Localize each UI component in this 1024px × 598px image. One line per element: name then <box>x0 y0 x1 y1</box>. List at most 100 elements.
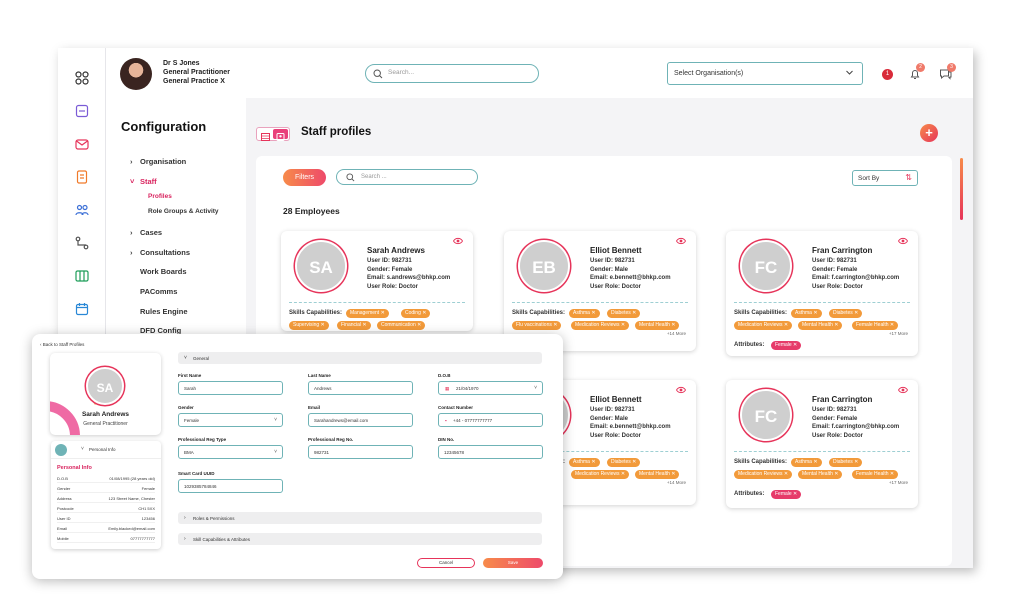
skill-tag[interactable]: Mental Health ✕ <box>798 470 843 479</box>
eye-icon[interactable] <box>898 386 908 394</box>
board-icon[interactable] <box>75 269 89 283</box>
nav-pacomms[interactable]: PAComms <box>140 287 177 296</box>
eye-icon[interactable] <box>676 237 686 245</box>
personal-info-header-label: Personal Info <box>89 447 116 452</box>
eye-icon[interactable] <box>898 237 908 245</box>
nav-work-boards[interactable]: Work Boards <box>140 267 187 276</box>
eye-icon[interactable] <box>676 386 686 394</box>
dob-field[interactable]: ▦ 21/04/1970 ˅ <box>438 381 543 395</box>
reg-no-field[interactable]: 982731 <box>308 445 413 459</box>
nav-role-groups[interactable]: Role Groups & Activity <box>148 208 219 215</box>
info-key: Email <box>57 526 68 531</box>
skill-tag[interactable]: Asthma ✕ <box>791 458 822 467</box>
skill-tag[interactable]: Supervising ✕ <box>289 321 329 330</box>
contact-field[interactable]: ▪ +44 - 07777777777 <box>438 413 543 427</box>
add-staff-button[interactable]: + <box>920 124 938 142</box>
scrollbar-thumb[interactable] <box>960 158 963 220</box>
dashboard-icon[interactable] <box>75 71 89 85</box>
users-icon[interactable] <box>75 203 89 217</box>
skill-tag[interactable]: Financial ✕ <box>337 321 371 330</box>
nav-staff[interactable]: ˅ Staff <box>130 177 157 186</box>
skill-tag[interactable]: Medication Reviews ✕ <box>571 321 630 330</box>
sort-by-select[interactable]: Sort By ⇅ <box>852 170 918 186</box>
skill-tag[interactable]: Asthma ✕ <box>569 309 600 318</box>
info-value: Emily.blacked@email.com <box>108 526 155 531</box>
back-link[interactable]: ‹ Back to Staff Profiles <box>40 342 84 347</box>
chevron-right-icon: › <box>130 248 133 257</box>
first-name-field[interactable]: Sarah <box>178 381 283 395</box>
skill-tag[interactable]: Medication Reviews ✕ <box>734 470 793 479</box>
skill-tag[interactable]: Asthma ✕ <box>569 458 600 467</box>
back-link-label: Back to Staff Profiles <box>42 342 85 347</box>
section-general[interactable]: ˅ General <box>178 352 542 364</box>
skill-tag[interactable]: Asthma ✕ <box>791 309 822 318</box>
nav-cases[interactable]: › Cases <box>130 228 162 237</box>
table-view-icon[interactable] <box>258 129 273 141</box>
reg-no-label: Professional Reg No. <box>308 437 354 442</box>
nav-profiles[interactable]: Profiles <box>148 193 172 200</box>
attribute-tag[interactable]: Female ✕ <box>771 490 802 499</box>
nav-consultations[interactable]: › Consultations <box>130 248 190 257</box>
email-field[interactable]: Sarahandrews@email.com <box>308 413 413 427</box>
info-row: Address 123 Street Name, Chester <box>57 495 155 503</box>
nav-rules-engine[interactable]: Rules Engine <box>140 307 188 316</box>
more-skills-link[interactable]: +17 More <box>889 331 908 336</box>
nav-organisation[interactable]: › Organisation <box>130 157 186 166</box>
skill-tag[interactable]: Mental Health ✕ <box>798 321 843 330</box>
personal-info-header[interactable]: ˅ Personal Info <box>51 441 161 459</box>
skill-tag[interactable]: Medication Reviews ✕ <box>571 470 630 479</box>
alert-badge[interactable]: 1 <box>882 69 893 80</box>
staff-user-id: User ID: 982731 <box>812 407 857 413</box>
section-roles[interactable]: › Roles & Permissions <box>178 512 542 524</box>
staff-card[interactable]: FC Fran Carrington User ID: 982731 Gende… <box>726 231 918 356</box>
search-icon <box>373 68 383 78</box>
user-practice: General Practice X <box>163 78 225 85</box>
workflow-icon[interactable] <box>75 236 89 250</box>
more-skills-link[interactable]: +14 More <box>667 480 686 485</box>
skill-tag[interactable]: Coding ✕ <box>401 309 431 318</box>
skill-tag[interactable]: Diabetes ✕ <box>829 309 863 318</box>
profile-summary-card: SA Sarah Andrews General Practitioner <box>50 353 161 435</box>
card-view-icon[interactable] <box>273 129 288 141</box>
din-field[interactable]: 12345678 <box>438 445 543 459</box>
staff-card[interactable]: SA Sarah Andrews User ID: 982731 Gender:… <box>281 231 473 331</box>
skill-tag[interactable]: Diabetes ✕ <box>607 458 641 467</box>
skill-tag[interactable]: Female Health ✕ <box>852 321 899 330</box>
gender-select[interactable]: Female ˅ <box>178 413 283 427</box>
cases-icon[interactable] <box>75 104 89 118</box>
staff-card[interactable]: EB Elliot Bennett User ID: 982731 Gender… <box>504 231 696 351</box>
reg-type-select[interactable]: BMA ˅ <box>178 445 283 459</box>
skill-tag[interactable]: Management ✕ <box>346 309 389 318</box>
global-search-input[interactable]: Search... <box>365 64 539 83</box>
last-name-field[interactable]: Andrews <box>308 381 413 395</box>
cancel-button[interactable]: Cancel <box>417 558 475 568</box>
eye-icon[interactable] <box>453 237 463 245</box>
smart-card-field[interactable]: 1029385784846 <box>178 479 283 493</box>
staff-user-id: User ID: 982731 <box>590 407 635 413</box>
skill-tag[interactable]: Communication ✕ <box>377 321 426 330</box>
skill-tag[interactable]: Mental Health ✕ <box>635 470 680 479</box>
more-skills-link[interactable]: +17 More <box>889 480 908 485</box>
staff-search-input[interactable]: Search ... <box>336 169 478 185</box>
mail-icon[interactable] <box>75 137 89 151</box>
filters-button[interactable]: Filters <box>283 169 326 186</box>
divider <box>734 451 910 452</box>
skill-tag[interactable]: Mental Health ✕ <box>635 321 680 330</box>
skill-tag[interactable]: Diabetes ✕ <box>607 309 641 318</box>
more-skills-link[interactable]: +14 More <box>667 331 686 336</box>
staff-card[interactable]: FC Fran Carrington User ID: 982731 Gende… <box>726 380 918 508</box>
organisation-select[interactable]: Select Organisation(s) <box>667 62 863 85</box>
skill-tag[interactable]: Diabetes ✕ <box>829 458 863 467</box>
save-button[interactable]: Save <box>483 558 543 568</box>
document-icon[interactable] <box>75 170 89 184</box>
user-avatar[interactable] <box>120 58 152 90</box>
chevron-right-icon: › <box>130 228 133 237</box>
flag-icon: ▪ <box>445 418 447 423</box>
skill-tag[interactable]: Female Health ✕ <box>852 470 899 479</box>
calendar-icon[interactable] <box>75 302 89 316</box>
attribute-tag[interactable]: Female ✕ <box>771 341 802 350</box>
view-toggle[interactable] <box>256 127 290 141</box>
skill-tag[interactable]: Medication Reviews ✕ <box>734 321 793 330</box>
skill-tag[interactable]: Flu vaccinations ✕ <box>512 321 562 330</box>
section-skills[interactable]: › Skill Capabilities & Attributes <box>178 533 542 545</box>
